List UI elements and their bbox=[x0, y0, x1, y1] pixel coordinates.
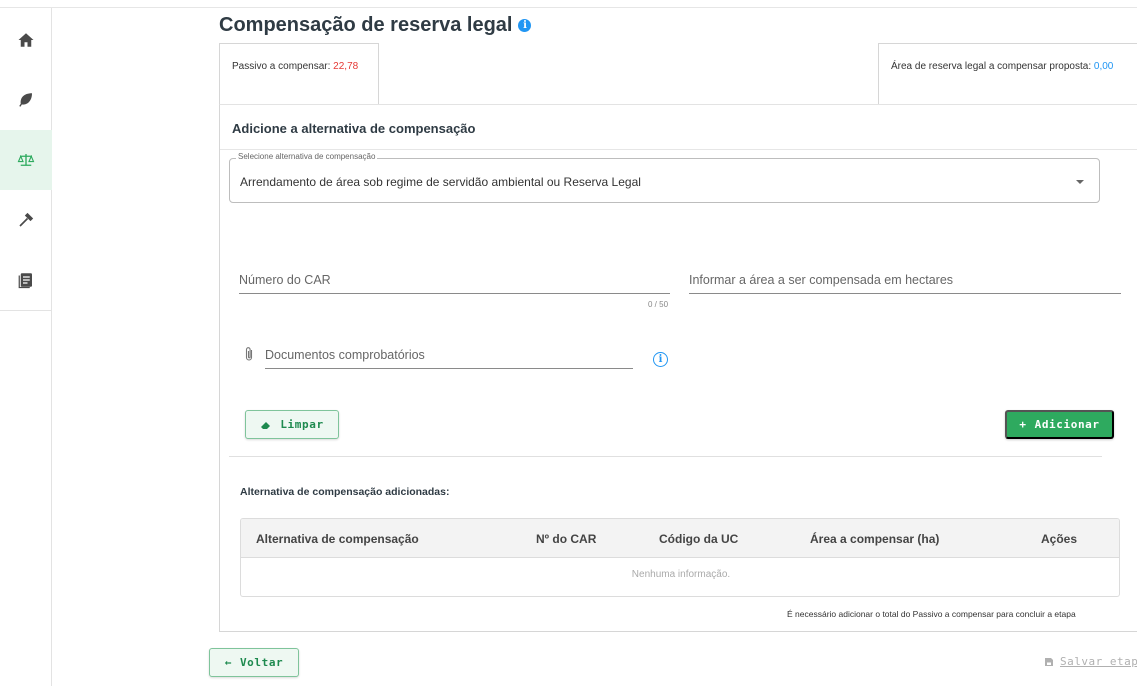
paperclip-icon[interactable] bbox=[243, 346, 255, 362]
area-input-placeholder[interactable]: Informar a área a ser compensada em hect… bbox=[689, 273, 953, 287]
eraser-icon bbox=[261, 421, 271, 429]
column-header-uc[interactable]: Código da UC bbox=[659, 532, 738, 546]
save-icon bbox=[1045, 657, 1053, 666]
sidebar-item-vegetation[interactable] bbox=[0, 70, 52, 130]
clear-button[interactable]: Limpar bbox=[245, 410, 339, 439]
document-icon bbox=[18, 273, 32, 289]
column-header-car[interactable]: Nº do CAR bbox=[536, 532, 596, 546]
passivo-label: Passivo a compensar: bbox=[232, 61, 331, 72]
sidebar-divider bbox=[0, 310, 52, 311]
info-icon[interactable]: i bbox=[518, 19, 532, 32]
column-header-area[interactable]: Área a compensar (ha) bbox=[810, 532, 939, 546]
sidebar bbox=[0, 8, 52, 686]
sidebar-item-documents[interactable] bbox=[0, 250, 52, 310]
docs-file-input[interactable] bbox=[265, 368, 633, 369]
passivo-card: Passivo a compensar: 22,78 bbox=[219, 43, 379, 104]
area-input[interactable] bbox=[689, 293, 1121, 294]
form-heading-divider bbox=[220, 149, 1137, 150]
plus-icon: + bbox=[1019, 418, 1027, 431]
list-title: Alternativa de compensação adicionadas: bbox=[240, 486, 450, 498]
compensation-select-value: Arrendamento de área sob regime de servi… bbox=[240, 175, 641, 189]
chevron-down-icon[interactable] bbox=[1076, 180, 1084, 184]
passivo-summary: Passivo a compensar: 22,78 bbox=[232, 61, 358, 72]
area-summary: Área de reserva legal a compensar propos… bbox=[891, 61, 1113, 72]
add-button[interactable]: + Adicionar bbox=[1005, 410, 1114, 439]
column-header-alternativa[interactable]: Alternativa de compensação bbox=[256, 532, 419, 546]
car-char-counter: 0 / 50 bbox=[648, 300, 669, 309]
leaf-icon bbox=[19, 93, 32, 107]
area-proposta-card: Área de reserva legal a compensar propos… bbox=[878, 43, 1137, 104]
top-bar bbox=[0, 0, 1137, 8]
passivo-value: 22,78 bbox=[333, 61, 359, 72]
completion-note: É necessário adicionar o total do Passiv… bbox=[787, 609, 1076, 619]
save-step-label: Salvar etapa bbox=[1060, 655, 1137, 668]
sidebar-item-compensation[interactable] bbox=[0, 130, 52, 190]
home-icon bbox=[18, 33, 34, 47]
table-header: Alternativa de compensação Nº do CAR Cód… bbox=[241, 519, 1119, 558]
car-input[interactable] bbox=[239, 293, 670, 294]
save-step-button[interactable]: Salvar etapa bbox=[1044, 655, 1137, 668]
column-header-acoes: Ações bbox=[1041, 532, 1078, 546]
compensation-select-label: Selecione alternativa de compensação bbox=[236, 152, 378, 161]
hammer-icon bbox=[19, 212, 34, 227]
add-button-label: Adicionar bbox=[1034, 418, 1100, 431]
table-empty-message: Nenhuma informação. bbox=[631, 569, 731, 580]
area-value: 0,00 bbox=[1093, 61, 1114, 72]
section-divider bbox=[229, 456, 1102, 457]
back-button[interactable]: ← Voltar bbox=[209, 648, 299, 677]
sidebar-item-tools[interactable] bbox=[0, 190, 52, 250]
scale-icon bbox=[17, 154, 35, 166]
back-button-label: Voltar bbox=[239, 656, 284, 669]
area-label: Área de reserva legal a compensar propos… bbox=[891, 61, 1092, 72]
sidebar-item-home[interactable] bbox=[0, 10, 52, 70]
compensation-table: Alternativa de compensação Nº do CAR Cód… bbox=[240, 518, 1120, 597]
arrow-left-icon: ← bbox=[224, 656, 232, 669]
clear-button-label: Limpar bbox=[280, 418, 324, 431]
car-input-placeholder[interactable]: Número do CAR bbox=[239, 273, 331, 287]
docs-input-placeholder[interactable]: Documentos comprobatórios bbox=[265, 348, 425, 362]
page-header: Compensação de reserva legal i bbox=[219, 14, 532, 37]
page-title: Compensação de reserva legal bbox=[219, 14, 513, 36]
docs-info-icon[interactable]: i bbox=[653, 352, 668, 367]
form-heading: Adicione a alternativa de compensação bbox=[232, 121, 476, 136]
